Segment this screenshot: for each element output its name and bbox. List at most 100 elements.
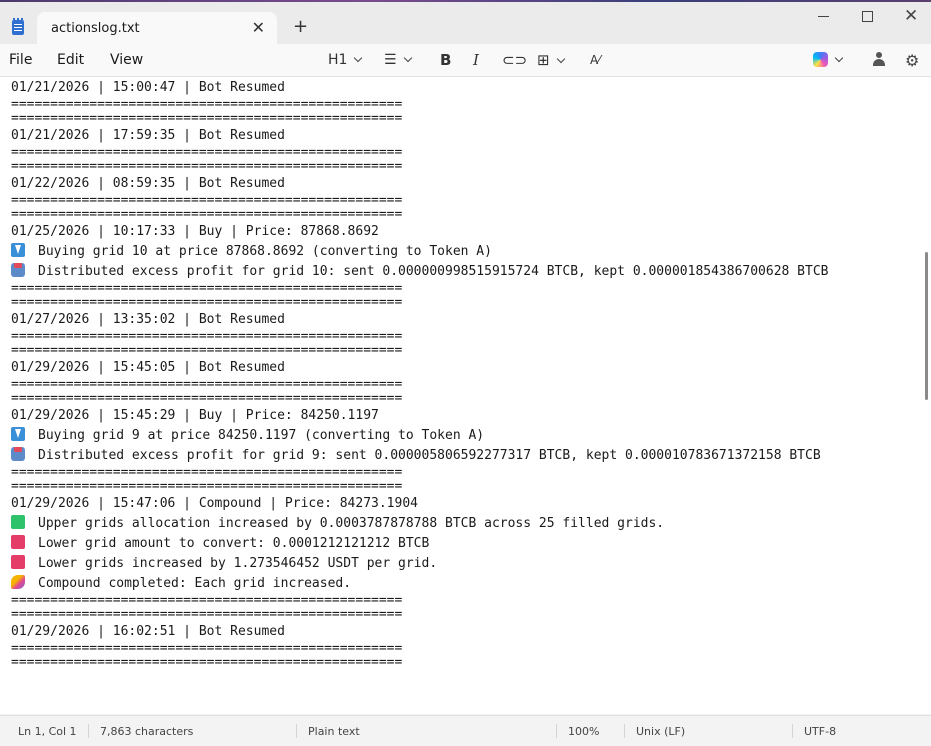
heading-dropdown[interactable]: H1 <box>328 50 363 70</box>
separator-line: ========================================… <box>11 160 921 174</box>
cursor-position[interactable]: Ln 1, Col 1 <box>18 725 77 738</box>
bold-button[interactable]: B <box>440 50 451 70</box>
spellcheck-button[interactable]: A⁄ <box>590 50 600 70</box>
italic-button[interactable]: I <box>473 50 479 70</box>
line-text: ========================================… <box>11 466 403 480</box>
link-icon: ⊂⊃ <box>502 51 528 69</box>
line-ending[interactable]: Unix (LF) <box>636 725 685 738</box>
outbox-tray-icon <box>11 447 25 461</box>
log-line: Upper grids allocation increased by 0.00… <box>11 514 921 534</box>
outbox-tray-icon <box>11 263 25 277</box>
spellcheck-icon: A⁄ <box>590 53 601 67</box>
chevron-down-icon <box>403 53 412 63</box>
gear-icon[interactable]: ⚙ <box>905 51 919 70</box>
table-icon: ⊞ <box>537 51 550 69</box>
separator-line: ========================================… <box>11 208 921 222</box>
list-icon: ☰ <box>384 52 397 68</box>
close-window-icon[interactable]: ✕ <box>904 6 918 26</box>
line-text: ========================================… <box>11 344 403 358</box>
line-text: Distributed excess profit for grid 9: se… <box>38 448 821 463</box>
separator-line: ========================================… <box>11 392 921 406</box>
tab-actionslog[interactable]: actionslog.txt ✕ <box>37 12 277 46</box>
status-bar: Ln 1, Col 1 7,863 characters Plain text … <box>0 715 931 746</box>
menu-edit[interactable]: Edit <box>57 52 84 68</box>
separator-line: ========================================… <box>11 98 921 112</box>
log-line: Lower grids increased by 1.273546452 USD… <box>11 554 921 574</box>
chevron-down-icon <box>556 54 565 64</box>
line-text: ========================================… <box>11 146 403 160</box>
chevron-down-icon <box>834 53 844 63</box>
menu-view[interactable]: View <box>110 52 143 68</box>
vertical-scrollbar[interactable] <box>925 252 928 400</box>
line-text: ========================================… <box>11 392 403 406</box>
character-count: 7,863 characters <box>100 725 194 738</box>
status-divider <box>792 724 793 738</box>
close-tab-icon[interactable]: ✕ <box>252 18 265 37</box>
log-line: Lower grid amount to convert: 0.00012121… <box>11 534 921 554</box>
tab-title: actionslog.txt <box>51 21 140 36</box>
copilot-dropdown-chevron[interactable] <box>834 50 844 70</box>
status-divider <box>88 724 89 738</box>
line-text: Lower grid amount to convert: 0.00012121… <box>38 536 430 551</box>
line-text: ========================================… <box>11 608 403 622</box>
status-divider <box>624 724 625 738</box>
line-text: ========================================… <box>11 656 403 670</box>
separator-line: ========================================… <box>11 608 921 622</box>
line-text: Upper grids allocation increased by 0.00… <box>38 516 665 531</box>
separator-line: ========================================… <box>11 594 921 608</box>
separator-line: ========================================… <box>11 466 921 480</box>
chevron-down-icon <box>354 53 363 63</box>
green-square-icon <box>11 515 25 529</box>
line-text: ========================================… <box>11 594 403 608</box>
separator-line: ========================================… <box>11 344 921 358</box>
line-text: Buying grid 10 at price 87868.8692 (conv… <box>38 244 492 259</box>
copilot-icon[interactable] <box>813 52 828 67</box>
status-divider <box>296 724 297 738</box>
line-text: 01/29/2026 | 15:47:06 | Compound | Price… <box>11 496 418 511</box>
line-text: ========================================… <box>11 98 403 112</box>
list-dropdown[interactable]: ☰ <box>384 50 412 70</box>
maximize-icon[interactable] <box>862 11 873 22</box>
line-text: ========================================… <box>11 642 403 656</box>
log-line: 01/29/2026 | 15:45:05 | Bot Resumed <box>11 358 921 378</box>
table-dropdown[interactable]: ⊞ <box>537 50 565 70</box>
log-line: Buying grid 9 at price 84250.1197 (conve… <box>11 426 921 446</box>
line-text: ========================================… <box>11 194 403 208</box>
link-button[interactable]: ⊂⊃ <box>502 50 527 70</box>
line-text: ========================================… <box>11 296 403 310</box>
line-text: ========================================… <box>11 330 403 344</box>
heading-label: H1 <box>328 52 348 68</box>
menu-file[interactable]: File <box>9 52 32 68</box>
line-text: 01/29/2026 | 15:45:29 | Buy | Price: 842… <box>11 408 379 423</box>
separator-line: ========================================… <box>11 146 921 160</box>
down-arrow-icon <box>11 427 25 441</box>
line-text: Buying grid 9 at price 84250.1197 (conve… <box>38 428 485 443</box>
log-line: 01/21/2026 | 17:59:35 | Bot Resumed <box>11 126 921 146</box>
status-divider <box>556 724 557 738</box>
line-text: ========================================… <box>11 378 403 392</box>
separator-line: ========================================… <box>11 656 921 670</box>
text-format[interactable]: Plain text <box>308 725 360 738</box>
log-line: 01/29/2026 | 15:45:29 | Buy | Price: 842… <box>11 406 921 426</box>
new-tab-button[interactable]: + <box>293 17 308 37</box>
line-text: 01/21/2026 | 15:00:47 | Bot Resumed <box>11 80 285 95</box>
log-line: Distributed excess profit for grid 9: se… <box>11 446 921 466</box>
bold-icon: B <box>440 51 452 69</box>
account-avatar-icon[interactable] <box>873 52 885 66</box>
encoding[interactable]: UTF-8 <box>804 725 836 738</box>
separator-line: ========================================… <box>11 112 921 126</box>
separator-line: ========================================… <box>11 296 921 310</box>
menu-bar: File Edit View H1 ☰ B I ⊂⊃ ⊞ A⁄ <box>0 44 931 77</box>
line-text: 01/21/2026 | 17:59:35 | Bot Resumed <box>11 128 285 143</box>
line-text: Lower grids increased by 1.273546452 USD… <box>38 556 438 571</box>
minimize-icon[interactable] <box>818 16 829 17</box>
log-line: 01/29/2026 | 15:47:06 | Compound | Price… <box>11 494 921 514</box>
line-text: Distributed excess profit for grid 10: s… <box>38 264 829 279</box>
zoom-level[interactable]: 100% <box>568 725 599 738</box>
line-text: 01/22/2026 | 08:59:35 | Bot Resumed <box>11 176 285 191</box>
red-square-icon <box>11 555 25 569</box>
line-text: 01/29/2026 | 15:45:05 | Bot Resumed <box>11 360 285 375</box>
red-square-icon <box>11 535 25 549</box>
text-editor[interactable]: 01/21/2026 | 15:00:47 | Bot Resumed =====… <box>0 77 931 714</box>
log-line: Buying grid 10 at price 87868.8692 (conv… <box>11 242 921 262</box>
